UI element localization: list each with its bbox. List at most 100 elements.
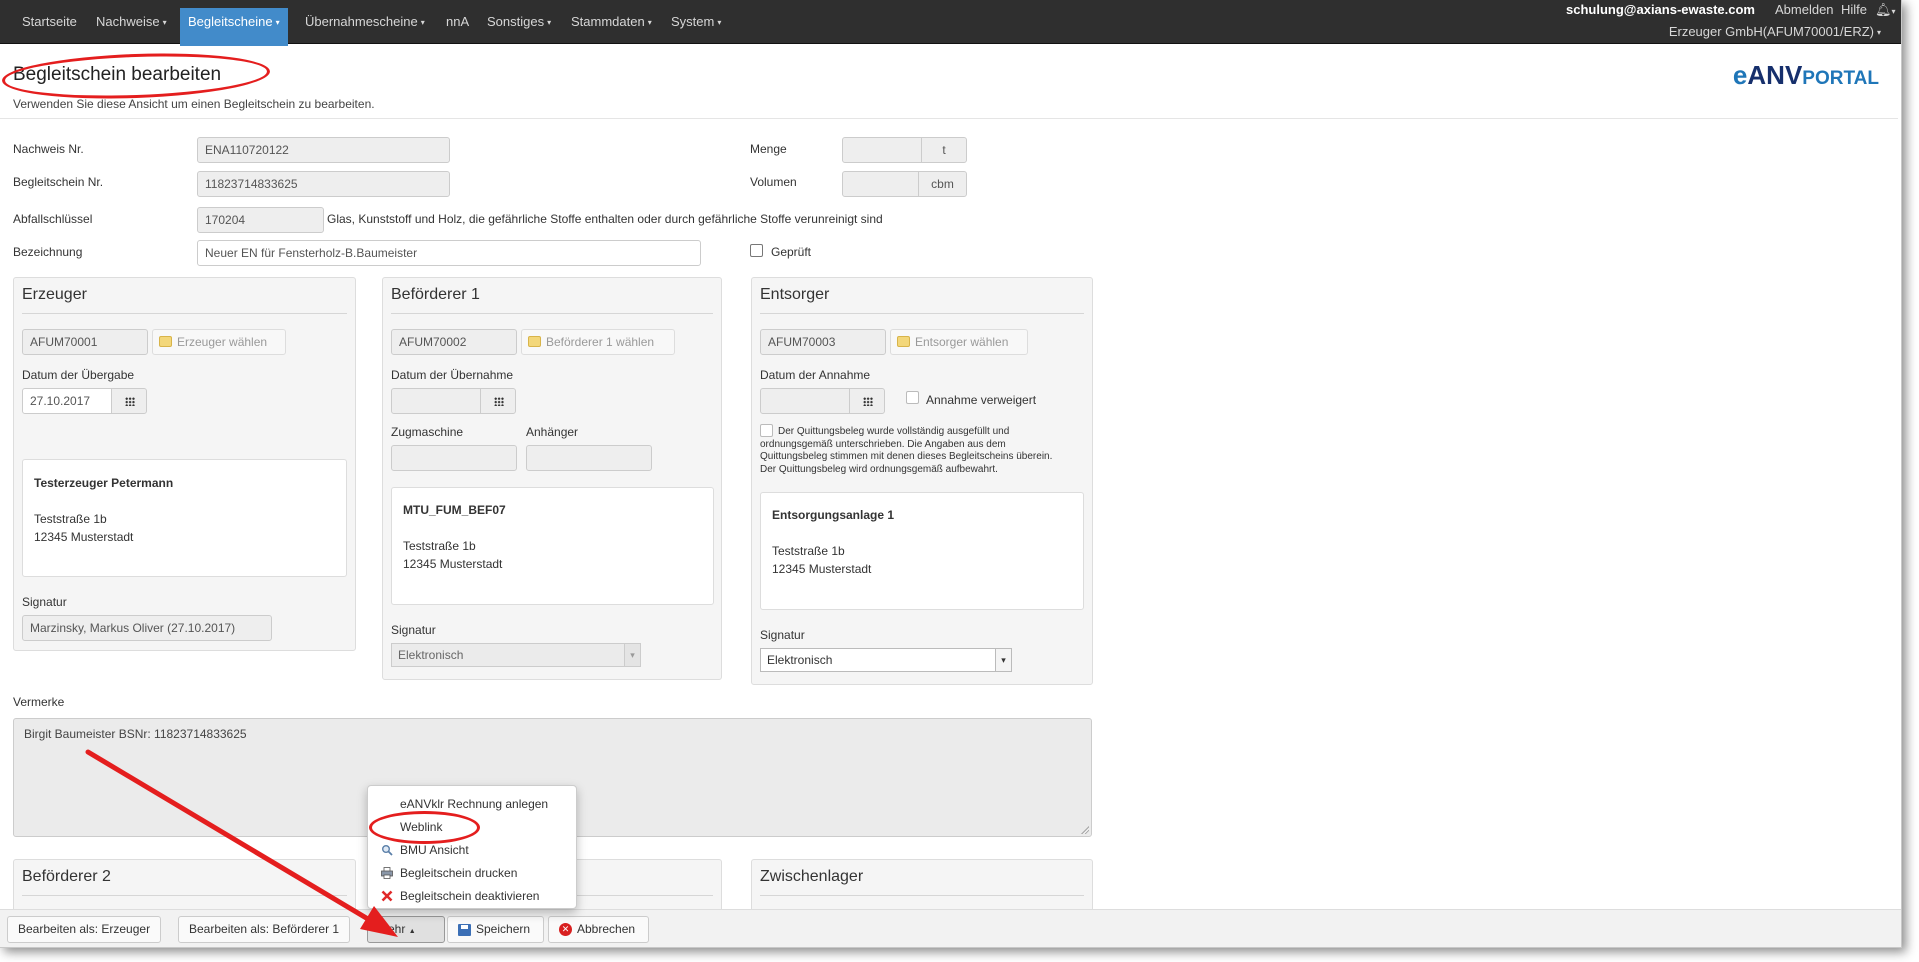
befoerderer1-id-field: AFUM70002 [391, 329, 517, 355]
calendar-button[interactable] [111, 388, 147, 414]
address-card: Entsorgungsanlage 1 Teststraße 1b 12345 … [760, 492, 1084, 610]
divider [22, 895, 347, 896]
nav-stammdaten[interactable]: Stammdaten ▾ [571, 10, 652, 34]
nav-nna[interactable]: nnA [446, 10, 469, 34]
geprueft-label: Geprüft [771, 245, 812, 259]
bezeichnung-label: Bezeichnung [13, 245, 83, 259]
erzeuger-id-field: AFUM70001 [22, 329, 148, 355]
calendar-button[interactable] [480, 388, 516, 414]
panel-title: Entsorger [760, 286, 830, 303]
logout-link[interactable]: Abmelden [1775, 2, 1834, 17]
address-city: 12345 Musterstadt [772, 562, 872, 576]
abfall-label: Abfallschlüssel [13, 212, 93, 226]
edit-as-erzeuger-button[interactable]: Bearbeiten als: Erzeuger [7, 916, 162, 943]
geprueft-checkbox[interactable] [750, 244, 763, 257]
calendar-icon [125, 397, 135, 406]
address-name: Testerzeuger Petermann [34, 476, 174, 490]
address-city: 12345 Musterstadt [403, 557, 503, 571]
bell-icon[interactable]: 🔔︎▾ [1875, 2, 1896, 18]
quittungsbeleg-text: Der Quittungsbeleg wurde vollständig aus… [760, 426, 1053, 475]
nav-system[interactable]: System ▾ [671, 10, 721, 34]
begleitschein-label: Begleitschein Nr. [13, 175, 104, 189]
anhaenger-label: Anhänger [526, 425, 579, 439]
divider [0, 118, 1898, 119]
entsorger-panel: Entsorger AFUM70003 Entsorger wählen Dat… [751, 277, 1093, 685]
menge-label: Menge [750, 142, 787, 156]
volumen-unit: cbm [918, 171, 967, 197]
annotation-ellipse-weblink [369, 811, 480, 844]
nav-begleitscheine[interactable]: Begleitscheine ▾ [180, 8, 288, 46]
eanv-portal-logo: eANVPORTAL [1732, 60, 1879, 90]
volumen-label: Volumen [750, 175, 797, 189]
address-card-icon [897, 336, 910, 347]
panel-title: Zwischenlager [760, 868, 864, 885]
edit-as-befoerderer-button[interactable]: Bearbeiten als: Beförderer 1 [178, 916, 351, 943]
caret-up-icon: ▲ [408, 928, 416, 935]
user-email[interactable]: schulung@axians-ewaste.com [1566, 2, 1755, 17]
address-city: 12345 Musterstadt [34, 530, 134, 544]
signature-select[interactable]: Elektronisch ▾ [760, 648, 1012, 672]
nav-sonstiges[interactable]: Sonstiges ▾ [487, 10, 551, 34]
date-label: Datum der Übernahme [391, 368, 514, 382]
more-button[interactable]: Mehr ▲ [367, 916, 445, 943]
printer-icon [381, 867, 393, 879]
address-card: MTU_FUM_BEF07 Teststraße 1b 12345 Muster… [391, 487, 714, 605]
menu-item-print[interactable]: Begleitschein drucken [368, 862, 576, 884]
nachweis-field: ENA110720122 [197, 137, 450, 163]
entsorger-id-field: AFUM70003 [760, 329, 886, 355]
chevron-down-icon: ▾ [275, 17, 280, 27]
address-name: Entsorgungsanlage 1 [772, 508, 895, 522]
befoerderer1-pick-button[interactable]: Beförderer 1 wählen [521, 329, 675, 355]
panel-title: Beförderer 2 [22, 868, 111, 885]
signature-select: Elektronisch ▾ [391, 643, 641, 667]
calendar-button[interactable] [849, 388, 885, 414]
signature-label: Signatur [391, 623, 436, 637]
anhaenger-field [526, 445, 652, 471]
cancel-button[interactable]: ✕ Abbrechen [548, 916, 649, 943]
annahme-verweigert-label: Annahme verweigert [926, 393, 1037, 407]
help-link[interactable]: Hilfe [1841, 2, 1867, 17]
nav-nachweise[interactable]: Nachweise ▾ [96, 10, 167, 34]
page-subtitle: Verwenden Sie diese Ansicht um einen Beg… [13, 97, 375, 111]
annotation-ellipse-title [1, 49, 271, 103]
chevron-down-icon: ▾ [647, 17, 652, 27]
date-field [760, 388, 850, 414]
top-navbar: Startseite Nachweise ▾ Begleitscheine ▾ Üb… [0, 0, 1901, 46]
entsorger-pick-button[interactable]: Entsorger wählen [890, 329, 1028, 355]
panel-title: Erzeuger [22, 286, 87, 303]
resize-grip-icon[interactable] [1080, 825, 1089, 834]
nachweis-label: Nachweis Nr. [13, 142, 84, 156]
nav-startseite[interactable]: Startseite [22, 10, 77, 34]
nav-uebernahmescheine[interactable]: Übernahmescheine ▾ [305, 10, 425, 34]
begleitschein-field: 11823714833625 [197, 171, 450, 197]
chevron-down-icon: ▾ [624, 644, 640, 666]
divider [760, 895, 1084, 896]
app-window: Startseite Nachweise ▾ Begleitscheine ▾ Üb… [0, 0, 1902, 948]
bottom-toolbar: Bearbeiten als: Erzeuger Bearbeiten als:… [0, 909, 1901, 947]
vermerke-label: Vermerke [13, 695, 65, 709]
calendar-icon [494, 397, 504, 406]
org-switcher[interactable]: Erzeuger GmbH(AFUM70001/ERZ) ▾ [1669, 24, 1881, 39]
erzeuger-pick-button[interactable]: Erzeuger wählen [152, 329, 286, 355]
bezeichnung-field[interactable]: Neuer EN für Fensterholz-B.Baumeister [197, 240, 701, 266]
chevron-down-icon: ▾ [547, 17, 552, 27]
chevron-down-icon: ▾ [1876, 28, 1881, 38]
date-field[interactable]: 27.10.2017 [22, 388, 112, 414]
date-field [391, 388, 481, 414]
address-card: Testerzeuger Petermann Teststraße 1b 123… [22, 459, 347, 577]
erzeuger-panel: Erzeuger AFUM70001 Erzeuger wählen Datum… [13, 277, 356, 651]
chevron-down-icon: ▾ [162, 17, 167, 27]
calendar-icon [863, 397, 873, 406]
panel-title: Beförderer 1 [391, 286, 480, 303]
divider [391, 313, 713, 314]
menu-item-deactivate[interactable]: Begleitschein deaktivieren [368, 885, 576, 907]
save-button[interactable]: Speichern [447, 916, 544, 943]
chevron-down-icon: ▾ [995, 649, 1011, 671]
chevron-down-icon: ▾ [420, 17, 425, 27]
menge-unit: t [921, 137, 967, 163]
red-x-icon [381, 890, 393, 902]
annahme-verweigert-checkbox[interactable] [906, 391, 919, 404]
date-label: Datum der Annahme [760, 368, 871, 382]
zugmaschine-field [391, 445, 517, 471]
divider [22, 313, 347, 314]
